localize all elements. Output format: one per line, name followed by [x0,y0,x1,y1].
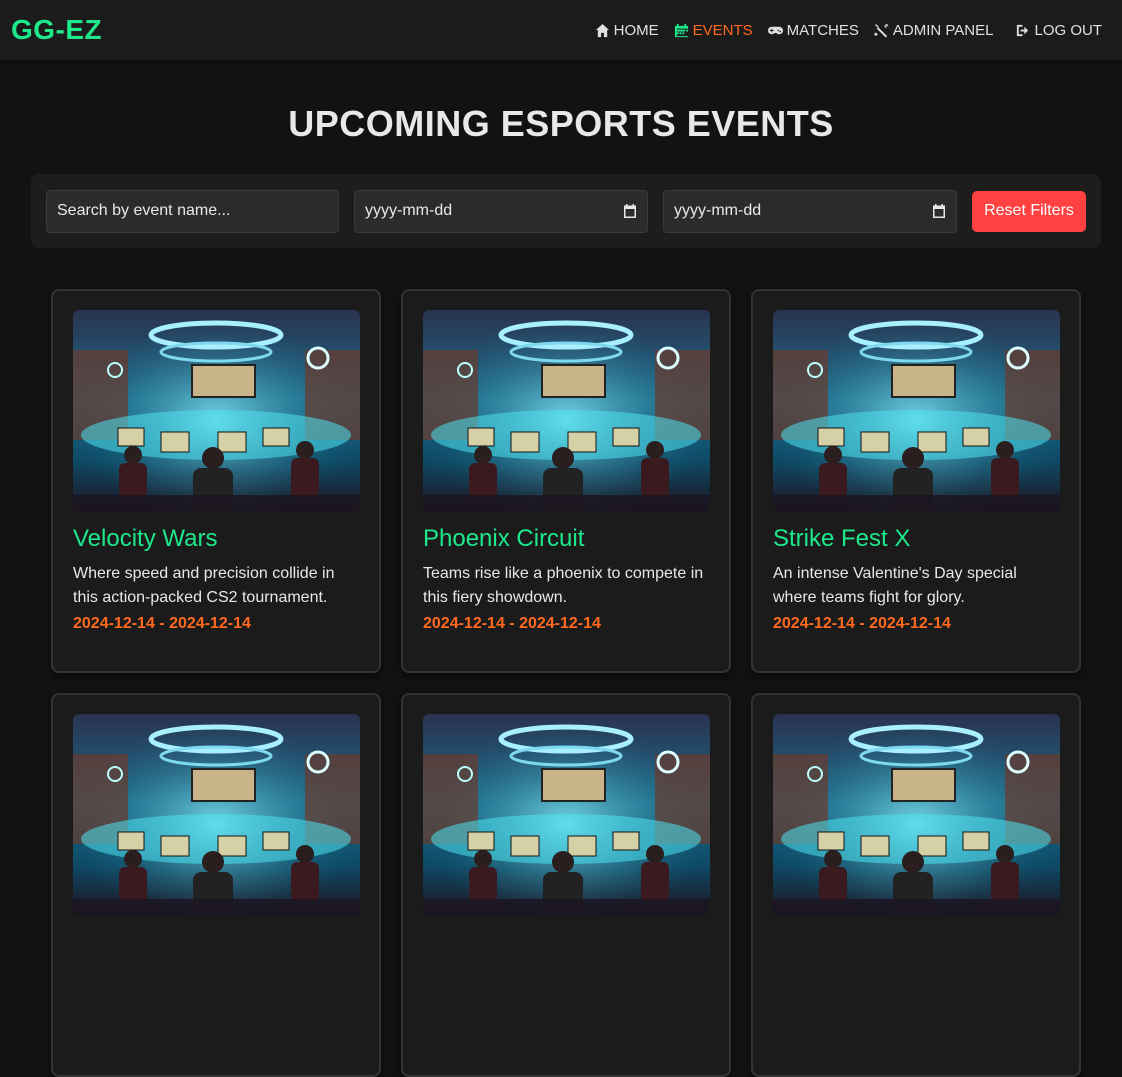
calendar-picker-icon[interactable] [623,204,637,218]
event-description: Where speed and precision collide in thi… [73,565,335,606]
event-dates: 2024-12-14 - 2024-12-14 [423,615,601,632]
calendar-icon [674,23,689,38]
search-placeholder: Search by event name... [57,202,231,219]
nav-admin-label: ADMIN PANEL [892,21,994,39]
page-title: UPCOMING ESPORTS EVENTS [288,103,834,144]
event-description: Teams rise like a phoenix to compete in … [423,565,704,606]
event-dates: 2024-12-14 - 2024-12-14 [73,615,251,632]
event-dates: 2024-12-14 - 2024-12-14 [773,615,951,632]
event-name[interactable]: Strike Fest X [773,525,1059,553]
event-name[interactable]: Phoenix Circuit [423,525,709,553]
filter-bar: Search by event name... yyyy-mm-dd yyyy-… [31,174,1101,248]
event-card[interactable]: Velocity Wars Where speed and precision … [51,289,381,673]
gamepad-icon [767,23,783,38]
logout-icon [1015,23,1030,38]
nav-matches[interactable]: MATCHES [767,21,859,39]
nav-logout-label: LOG OUT [1034,21,1102,39]
event-description: An intense Valentine's Day special where… [773,565,1017,606]
nav-home[interactable]: HOME [595,22,659,39]
nav-admin-panel[interactable]: ADMIN PANEL [873,21,994,39]
search-input[interactable]: Search by event name... [46,189,339,233]
end-date-value: yyyy-mm-dd [674,202,762,219]
event-card[interactable] [751,693,1081,1077]
event-card[interactable]: Strike Fest X An intense Valentine's Day… [751,289,1081,673]
event-image[interactable] [773,714,1060,915]
start-date-input[interactable]: yyyy-mm-dd [354,189,648,233]
event-card[interactable] [51,693,381,1077]
navbar: GG-EZ HOME EVENTS MATCHES ADMIN PANEL LO… [0,0,1122,60]
event-image[interactable] [773,310,1060,511]
event-name[interactable]: Velocity Wars [73,525,359,553]
nav-matches-label: MATCHES [786,21,859,39]
event-image[interactable] [423,714,710,915]
tools-icon [873,23,889,38]
brand-logo[interactable]: GG-EZ [11,14,102,46]
event-image[interactable] [73,310,360,511]
nav-events-label: EVENTS [692,21,753,39]
event-card[interactable]: Phoenix Circuit Teams rise like a phoeni… [401,289,731,673]
home-icon [595,23,610,38]
nav-home-label: HOME [613,21,659,39]
event-image[interactable] [73,714,360,915]
events-grid: Velocity Wars Where speed and precision … [51,289,1081,1077]
start-date-value: yyyy-mm-dd [365,202,453,219]
nav-logout[interactable]: LOG OUT [1015,22,1102,39]
event-image[interactable] [423,310,710,511]
nav-events[interactable]: EVENTS [674,22,753,39]
event-card[interactable] [401,693,731,1077]
end-date-input[interactable]: yyyy-mm-dd [663,189,957,233]
calendar-picker-icon[interactable] [932,204,946,218]
nav-links: HOME EVENTS MATCHES ADMIN PANEL LOG OUT [580,0,1102,60]
reset-filters-button[interactable]: Reset Filters [972,190,1086,232]
